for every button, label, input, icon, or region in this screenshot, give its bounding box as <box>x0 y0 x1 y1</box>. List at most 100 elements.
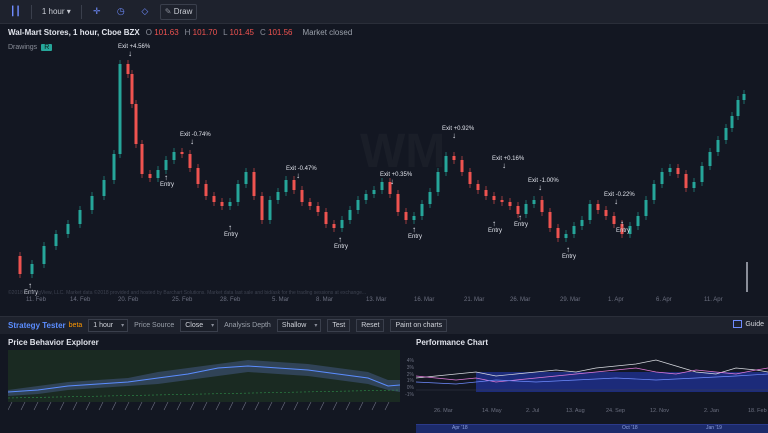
candle-body <box>548 212 552 228</box>
time-axis-label: 29. Mar <box>560 297 581 303</box>
arrow-up-icon: ↑ <box>620 219 624 228</box>
behavior-tick <box>241 402 247 411</box>
interval-selector[interactable]: 1 hour ▾ <box>38 4 75 20</box>
candle-body <box>244 172 248 184</box>
candle-body <box>90 196 94 210</box>
time-axis-label: 28. Feb <box>220 297 241 303</box>
candle-body <box>692 182 696 188</box>
price-source-select[interactable]: Close <box>180 319 219 332</box>
symbol-title: Wal-Mart Stores, 1 hour, Cboe BZX <box>8 28 140 37</box>
time-axis-label: 8. Mar <box>316 297 334 303</box>
arrow-down-icon: ↓ <box>390 177 394 186</box>
diamond-icon[interactable]: ◇ <box>136 4 154 20</box>
performance-y-axis: 4% 3% 2% 1% 0% -1% <box>402 358 414 399</box>
guide-button[interactable]: Guide <box>733 320 764 328</box>
candle-body <box>476 184 480 190</box>
behavior-tick <box>111 402 117 411</box>
guide-label: Guide <box>745 320 764 328</box>
strategy-tester-bar: Strategy Tester beta 1 hour Price Source… <box>0 316 768 334</box>
time-axis-label: 21. Mar <box>464 297 485 303</box>
analysis-depth-value: Shallow <box>281 322 307 329</box>
candle-body <box>730 116 734 128</box>
crosshair-icon[interactable]: ✛ <box>88 4 106 20</box>
chart-type-icon[interactable]: ┃┃ <box>6 4 25 20</box>
entry-annotation: ↑ Entry <box>616 219 630 235</box>
strategy-tester-title[interactable]: Strategy Tester <box>8 321 66 330</box>
candle-body <box>572 226 576 234</box>
candle-body <box>260 196 264 220</box>
behavior-tick <box>98 402 104 411</box>
candle-body <box>532 200 536 204</box>
candle-body <box>444 156 448 172</box>
behavior-tick <box>189 402 195 411</box>
arrow-up-icon: ↑ <box>492 219 496 228</box>
drawings-toggle[interactable]: Drawings R <box>8 44 53 51</box>
price-behavior-chart[interactable] <box>7 350 401 411</box>
candle-body <box>556 228 560 238</box>
reset-button[interactable]: Reset <box>356 319 385 332</box>
candle-body <box>172 152 176 160</box>
candle-body <box>736 100 740 116</box>
performance-navigator[interactable]: Apr '18 Oct '18 Jan '19 <box>416 424 768 433</box>
market-status: Market closed <box>302 28 353 37</box>
strategy-interval-select[interactable]: 1 hour <box>88 319 129 332</box>
clock-icon[interactable]: ◷ <box>112 4 130 20</box>
exit-annotation: Exit -0.74% ↓ <box>180 132 211 146</box>
candle-body <box>300 190 304 202</box>
candle-body <box>540 200 544 212</box>
draw-label: Draw <box>173 7 193 16</box>
beta-badge: beta <box>68 322 83 329</box>
arrow-down-icon: ↓ <box>614 197 618 206</box>
behavior-tick <box>280 402 286 411</box>
candle-body <box>148 174 152 178</box>
arrow-down-icon: ↓ <box>128 49 132 58</box>
behavior-tick <box>20 402 26 411</box>
candle-body <box>276 192 280 200</box>
performance-y-label: 3% <box>406 364 414 371</box>
time-axis-label: 6. Apr <box>656 297 672 303</box>
annotation-text: Entry <box>514 222 529 228</box>
candle-body <box>428 192 432 204</box>
chart-toolbar: ┃┃ 1 hour ▾ ✛ ◷ ◇ ✎ Draw <box>0 0 768 24</box>
candle-body <box>228 202 232 206</box>
annotation-text: Exit -0.47% <box>286 166 317 172</box>
exit-annotation: Exit +0.16% ↓ <box>492 156 524 170</box>
behavior-tick <box>150 402 156 411</box>
behavior-tick <box>33 402 39 411</box>
annotation-text: Exit +0.92% <box>442 126 475 132</box>
candle-body <box>580 220 584 226</box>
test-button[interactable]: Test <box>327 319 351 332</box>
price-behavior-plot <box>7 360 401 399</box>
analysis-depth-label: Analysis Depth <box>224 322 271 329</box>
candle-body <box>492 196 496 200</box>
entry-annotation: ↑ Entry <box>334 236 348 251</box>
candle-body <box>412 216 416 220</box>
annotation-text: Exit +0.16% <box>492 156 525 162</box>
candle-body <box>102 180 106 196</box>
time-axis-label: 5. Mar <box>272 297 290 303</box>
analysis-depth-select[interactable]: Shallow <box>276 319 322 332</box>
candle-body <box>324 212 328 224</box>
candle-body <box>468 172 472 184</box>
candle-body <box>252 172 256 196</box>
time-axis[interactable]: 11. Feb 14. Feb 20. Feb 25. Feb 28. Feb 5. Ma… <box>0 294 768 308</box>
candle-body <box>436 172 440 192</box>
candle-body <box>500 200 504 202</box>
annotation-text: Exit -0.74% <box>180 132 211 138</box>
candle-body <box>268 200 272 220</box>
candle-body <box>308 202 312 206</box>
time-axis-label: 11. Feb <box>26 297 46 303</box>
draw-button[interactable]: ✎ Draw <box>159 3 198 20</box>
performance-chart[interactable] <box>415 350 768 406</box>
candle-body <box>396 194 400 212</box>
high-value: 101.70 <box>192 28 218 37</box>
candle-body <box>364 194 368 200</box>
arrow-down-icon: ↓ <box>452 131 456 140</box>
high-label: H <box>184 28 191 37</box>
performance-x-label: 14. May <box>482 408 502 414</box>
main-chart[interactable]: WM Wal-Mart Stores, 1 hour, Cboe BZX O 1… <box>0 24 768 309</box>
arrow-up-icon: ↑ <box>164 173 168 182</box>
price-legend: Wal-Mart Stores, 1 hour, Cboe BZX O 101.… <box>8 28 352 37</box>
paint-on-charts-button[interactable]: Paint on charts <box>390 319 448 332</box>
navigator-label: Jan '19 <box>706 425 722 431</box>
